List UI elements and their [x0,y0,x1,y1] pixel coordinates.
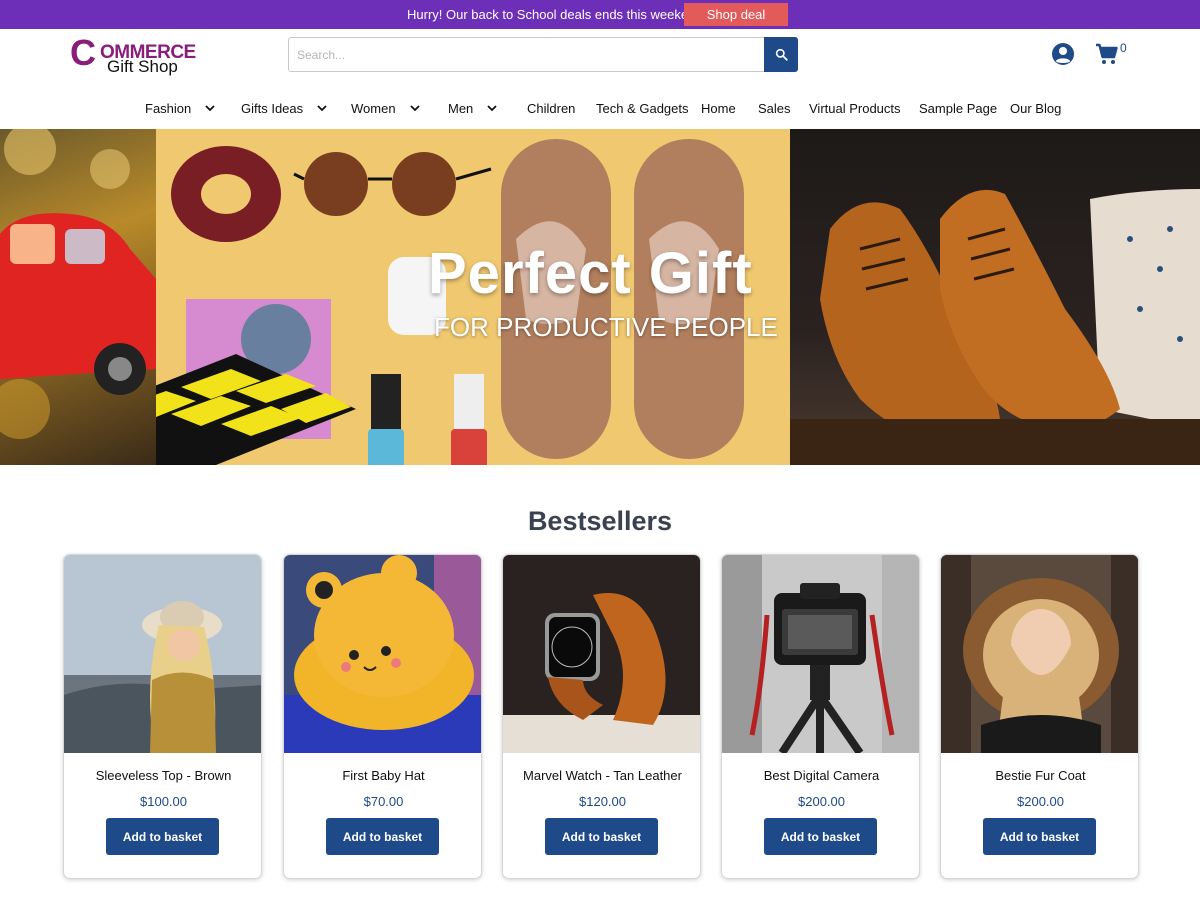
shop-deal-button[interactable]: Shop deal [684,3,788,26]
product-card[interactable]: Best Digital Camera $200.00 Add to baske… [721,554,920,879]
nav-item-sales[interactable]: Sales [758,96,791,120]
nav-item-our-blog[interactable]: Our Blog [1010,96,1061,120]
main-nav: Fashion Gifts Ideas Women Men Children T… [0,96,1200,120]
add-to-basket-button[interactable]: Add to basket [983,818,1096,855]
search-input[interactable] [288,37,764,72]
add-to-basket-button[interactable]: Add to basket [545,818,658,855]
product-name[interactable]: Marvel Watch - Tan Leather [503,768,700,783]
nav-item-gifts-ideas[interactable]: Gifts Ideas [241,96,327,120]
nav-item-label: Children [527,100,576,116]
camera-on-tripod-photo[interactable] [722,555,919,753]
add-to-basket-button[interactable]: Add to basket [106,818,219,855]
product-price: $100.00 [140,794,187,809]
nav-item-label: Home [701,100,736,116]
search-bar [288,37,798,72]
product-card[interactable]: Bestie Fur Coat $200.00 Add to basket [940,554,1139,879]
chevron-down-icon [317,104,327,112]
nav-item-label: Tech & Gadgets [596,100,689,116]
product-price: $200.00 [798,794,845,809]
hero-title: Perfect Gift [428,241,753,306]
add-to-basket-button[interactable]: Add to basket [326,818,439,855]
product-name[interactable]: Best Digital Camera [722,768,919,783]
nav-item-fashion[interactable]: Fashion [145,96,215,120]
nav-item-label: Men [448,100,474,116]
nav-item-virtual-products[interactable]: Virtual Products [809,96,901,120]
nav-item-children[interactable]: Children [527,96,575,120]
cart-button[interactable] [1095,42,1119,66]
logo-wordmark: C [70,35,96,71]
product-card[interactable]: First Baby Hat $70.00 Add to basket [283,554,482,879]
product-price: $70.00 [363,794,404,809]
site-logo[interactable]: C OMMERCE Gift Shop [70,35,196,78]
chevron-down-icon [205,104,215,112]
nav-item-women[interactable]: Women [351,96,420,120]
product-card[interactable]: Marvel Watch - Tan Leather $120.00 Add t… [502,554,701,879]
search-button[interactable] [764,37,798,72]
account-button[interactable] [1051,42,1075,66]
smartwatch-photo[interactable] [503,555,700,753]
product-name[interactable]: Sleeveless Top - Brown [64,768,261,783]
hero-banner[interactable]: Perfect Gift FOR PRODUCTIVE PEOPLE [0,129,1200,465]
nav-item-tech-gadgets[interactable]: Tech & Gadgets [596,96,689,120]
hero-toy-car-photo [0,129,156,465]
hero-subtitle: FOR PRODUCTIVE PEOPLE [434,312,778,342]
nav-item-label: Sample Page [919,100,998,116]
search-icon [775,48,788,61]
product-card[interactable]: Sleeveless Top - Brown $100.00 Add to ba… [63,554,262,879]
cart-count-badge: 0 [1120,41,1127,55]
logo-tagline: Gift Shop [107,57,178,76]
bestsellers-heading: Bestsellers [527,506,673,536]
product-name[interactable]: Bestie Fur Coat [941,768,1138,783]
user-circle-icon [1052,43,1074,65]
logo-initial: C [70,32,96,73]
product-name[interactable]: First Baby Hat [284,768,481,783]
nav-item-label: Fashion [145,100,192,116]
product-price: $200.00 [1017,794,1064,809]
promo-text: Hurry! Our back to School deals ends thi… [407,7,703,22]
shopping-cart-icon [1096,43,1118,64]
nav-item-men[interactable]: Men [448,96,497,120]
woman-fur-hood-photo[interactable] [941,555,1138,753]
woman-in-hat-photo[interactable] [64,555,261,753]
nav-item-label: Sales [758,100,791,116]
nav-item-label: Virtual Products [809,100,901,116]
product-price: $120.00 [579,794,626,809]
nav-item-label: Women [351,100,396,116]
chevron-down-icon [409,104,420,112]
nav-item-home[interactable]: Home [701,96,736,120]
nav-item-sample-page[interactable]: Sample Page [919,96,997,120]
nav-item-label: Gifts Ideas [241,100,304,116]
hero-leather-shoes-photo [790,129,1200,465]
promo-bar: Hurry! Our back to School deals ends thi… [0,0,1200,29]
nav-item-label: Our Blog [1010,100,1062,116]
chevron-down-icon [487,104,497,112]
yellow-bear-hat-photo[interactable] [284,555,481,753]
add-to-basket-button[interactable]: Add to basket [764,818,877,855]
